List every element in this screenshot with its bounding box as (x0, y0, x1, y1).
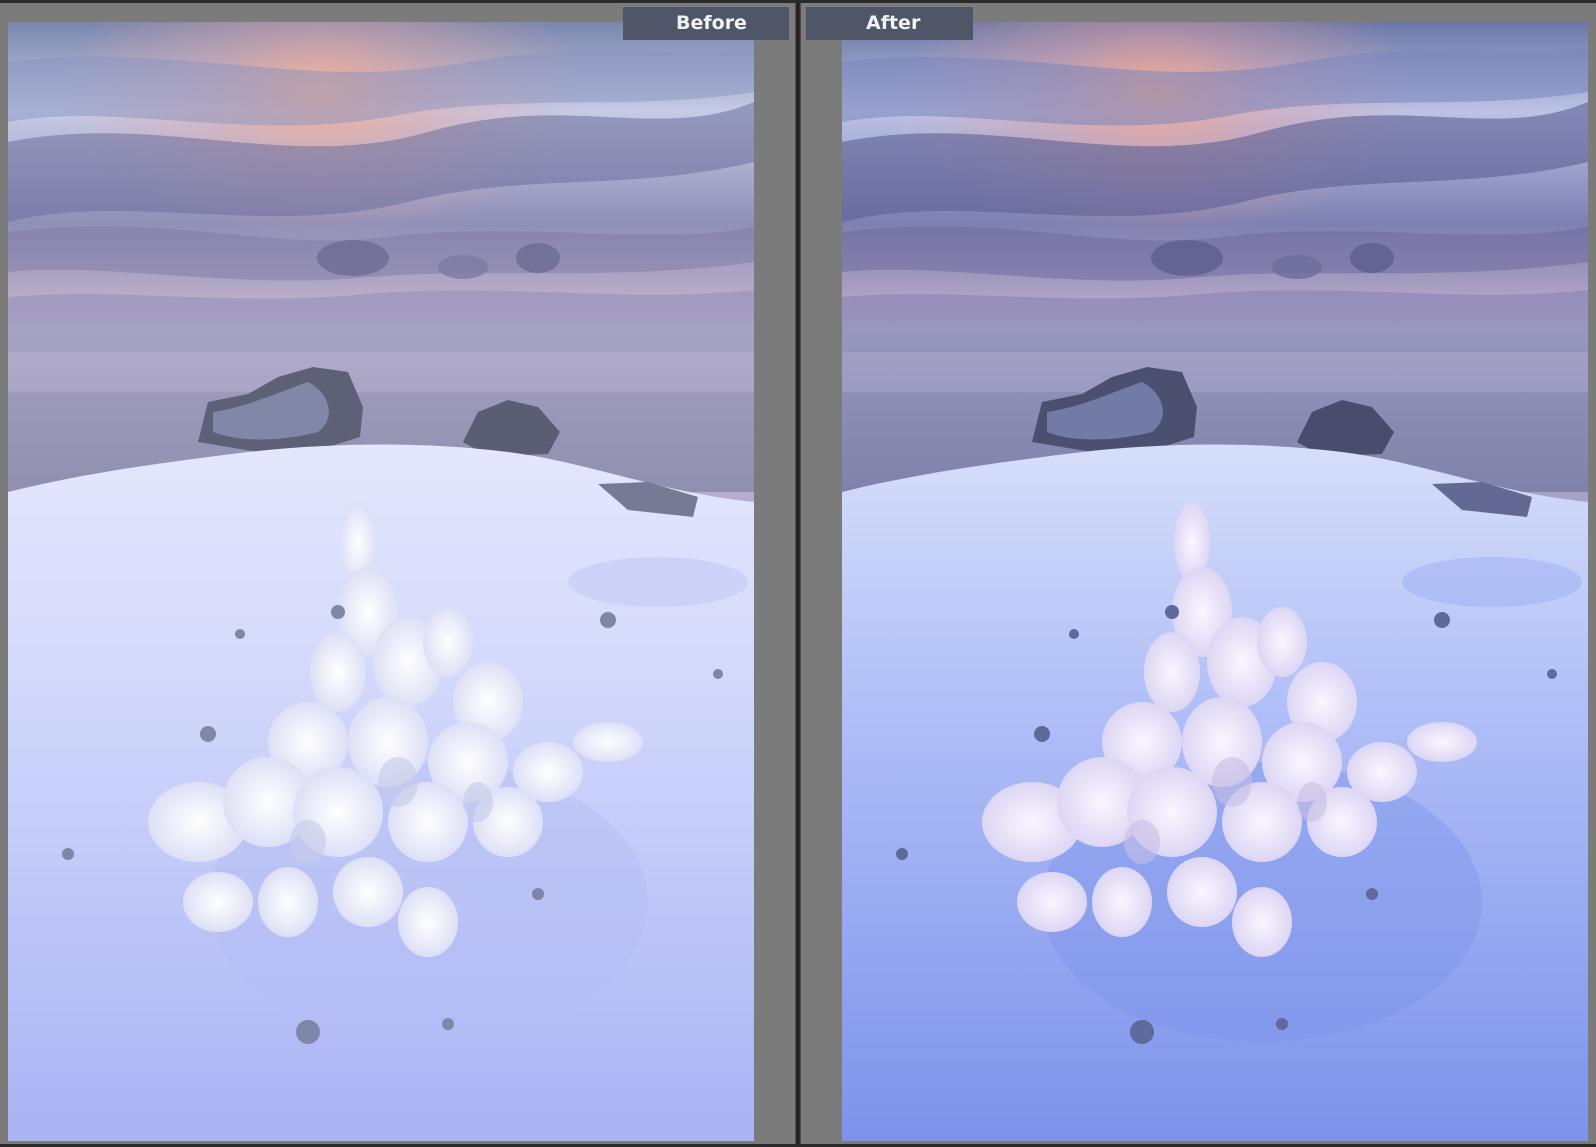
before-after-compare-view: Before After (0, 0, 1596, 1147)
after-photo-image (842, 22, 1588, 1141)
after-label: After (806, 7, 973, 40)
compare-divider[interactable] (795, 3, 801, 1144)
before-label: Before (623, 7, 789, 40)
before-photo[interactable] (8, 22, 754, 1141)
after-photo[interactable] (842, 22, 1588, 1141)
before-photo-image (8, 22, 754, 1141)
